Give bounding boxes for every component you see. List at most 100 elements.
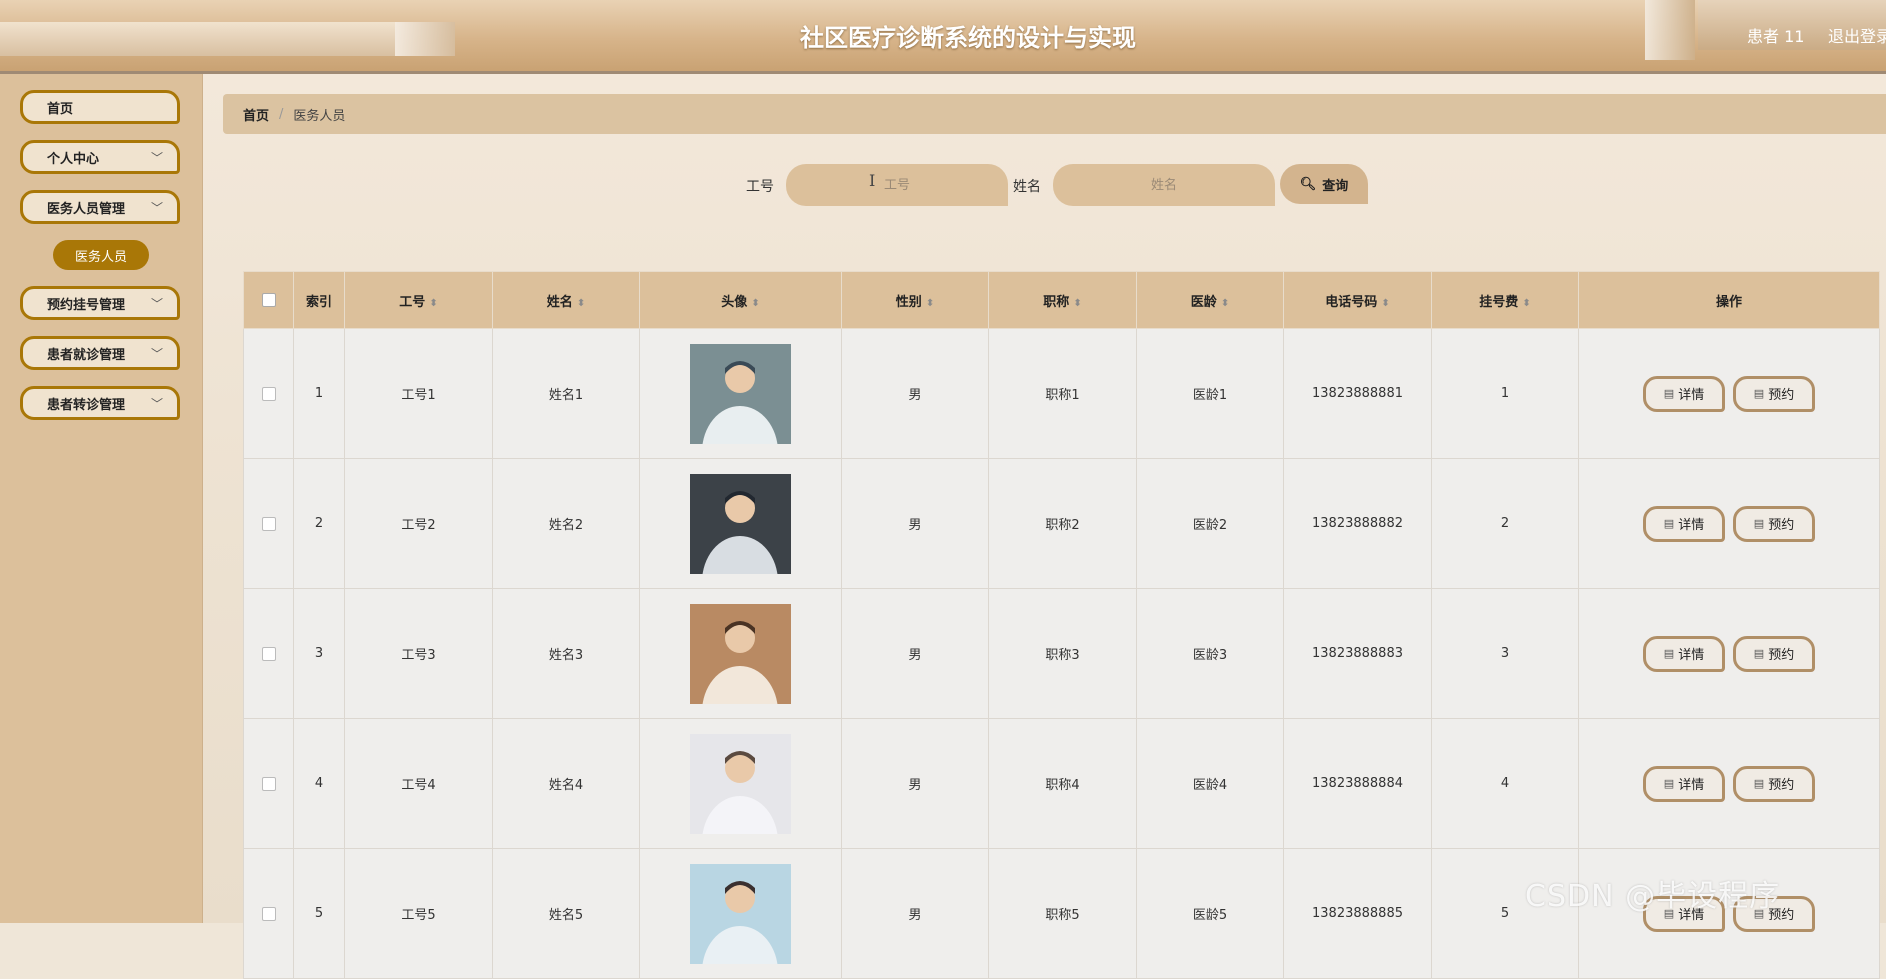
top-header: 社区医疗诊断系统的设计与实现 患者 11 退出登录 bbox=[0, 0, 1886, 74]
name-label: 姓名 bbox=[1013, 179, 1041, 195]
search-icon: 🔍︎ bbox=[1299, 176, 1317, 192]
table-row: 2 工号2 姓名2 男职称2 医龄2 13823888882 2 ▤ 详情 ▤ 预约 bbox=[243, 458, 1880, 589]
app-title: 社区医疗诊断系统的设计与实现 bbox=[800, 24, 1136, 52]
row-select[interactable] bbox=[243, 588, 294, 719]
cell-phone: 13823888885 bbox=[1283, 848, 1432, 979]
cell-actions: ▤ 详情 ▤ 预约 bbox=[1578, 718, 1880, 849]
job-no-input[interactable] bbox=[786, 164, 1008, 206]
cell-avatar bbox=[639, 328, 842, 459]
row-checkbox[interactable] bbox=[261, 906, 276, 921]
sort-icon[interactable]: ⬍ bbox=[1522, 298, 1530, 309]
cell-actions: ▤ 详情 ▤ 预约 bbox=[1578, 328, 1880, 459]
table-row: 3 工号3 姓名3 男职称3 医龄3 13823888883 3 ▤ 详情 ▤ 预约 bbox=[243, 588, 1880, 719]
cell-title: 职称5 bbox=[988, 848, 1137, 979]
name-input[interactable] bbox=[1053, 164, 1275, 206]
chevron-down-icon: ﹀ bbox=[150, 397, 163, 411]
sort-icon[interactable]: ⬍ bbox=[926, 298, 934, 309]
sort-icon[interactable]: ⬍ bbox=[1381, 298, 1389, 309]
book-button[interactable]: ▤ 预约 bbox=[1733, 635, 1815, 672]
sidebar-item-staff-management[interactable]: 医务人员管理 ﹀ bbox=[20, 190, 180, 224]
cell-phone: 13823888882 bbox=[1283, 458, 1432, 589]
cell-gender: 男 bbox=[841, 718, 989, 849]
sidebar-item-appointment-management[interactable]: 预约挂号管理 ﹀ bbox=[20, 286, 180, 320]
sidebar-item-label: 患者转诊管理 bbox=[47, 397, 126, 413]
chevron-down-icon: ﹀ bbox=[150, 347, 163, 361]
sidebar-item-label: 个人中心 bbox=[47, 151, 100, 167]
row-checkbox[interactable] bbox=[261, 776, 276, 791]
cell-fee: 3 bbox=[1431, 588, 1579, 719]
breadcrumb-current: 医务人员 bbox=[293, 108, 346, 124]
header-seniority[interactable]: 医龄 ⬍ bbox=[1136, 271, 1284, 329]
header-gender[interactable]: 性别 ⬍ bbox=[841, 271, 989, 329]
cell-index: 4 bbox=[293, 718, 345, 849]
sidebar-item-label: 患者就诊管理 bbox=[47, 347, 126, 363]
cell-index: 2 bbox=[293, 458, 345, 589]
breadcrumb-separator: / bbox=[279, 106, 284, 122]
table-row: 4 工号4 姓名4 男职称4 医龄4 13823888884 4 ▤ 详情 ▤ 预约 bbox=[243, 718, 1880, 849]
cell-name: 姓名2 bbox=[492, 458, 640, 589]
detail-button[interactable]: ▤ 详情 bbox=[1643, 375, 1725, 412]
row-select[interactable] bbox=[243, 458, 294, 589]
chevron-down-icon: ﹀ bbox=[150, 297, 163, 311]
sidebar-item-home[interactable]: 首页 bbox=[20, 90, 180, 124]
detail-button[interactable]: ▤ 详情 bbox=[1643, 765, 1725, 802]
document-icon: ▤ bbox=[1753, 777, 1765, 790]
query-button-label: 查询 bbox=[1322, 178, 1349, 194]
table-row: 1 工号1 姓名1 男职称1 医龄1 13823888881 1 ▤ 详情 ▤ 预约 bbox=[243, 328, 1880, 459]
cell-seniority: 医龄2 bbox=[1136, 458, 1284, 589]
book-button[interactable]: ▤ 预约 bbox=[1733, 375, 1815, 412]
header-fee[interactable]: 挂号费 ⬍ bbox=[1431, 271, 1579, 329]
header-job-no[interactable]: 工号 ⬍ bbox=[344, 271, 493, 329]
row-checkbox[interactable] bbox=[261, 516, 276, 531]
detail-button[interactable]: ▤ 详情 bbox=[1643, 505, 1725, 542]
logout-link[interactable]: 退出登录 bbox=[1828, 23, 1886, 47]
header-phone[interactable]: 电话号码 ⬍ bbox=[1283, 271, 1432, 329]
cell-avatar bbox=[639, 588, 842, 719]
current-user: 患者 11 bbox=[1747, 27, 1805, 46]
sidebar-item-personal-center[interactable]: 个人中心 ﹀ bbox=[20, 140, 180, 174]
cell-phone: 13823888884 bbox=[1283, 718, 1432, 849]
cell-avatar bbox=[639, 848, 842, 979]
sort-icon[interactable]: ⬍ bbox=[577, 298, 585, 309]
header-index: 索引 bbox=[293, 271, 345, 329]
header-avatar[interactable]: 头像 ⬍ bbox=[639, 271, 842, 329]
book-button[interactable]: ▤ 预约 bbox=[1733, 765, 1815, 802]
breadcrumb-home[interactable]: 首页 bbox=[243, 105, 269, 124]
cell-title: 职称1 bbox=[988, 328, 1137, 459]
breadcrumb: 首页 / 医务人员 bbox=[223, 94, 1886, 134]
document-icon: ▤ bbox=[1753, 647, 1765, 660]
sort-icon[interactable]: ⬍ bbox=[1073, 298, 1081, 309]
select-all-checkbox[interactable] bbox=[261, 293, 276, 307]
cell-name: 姓名4 bbox=[492, 718, 640, 849]
row-checkbox[interactable] bbox=[261, 646, 276, 661]
detail-button[interactable]: ▤ 详情 bbox=[1643, 635, 1725, 672]
sort-icon[interactable]: ⬍ bbox=[1221, 298, 1229, 309]
doctor-avatar-image bbox=[690, 733, 791, 834]
cell-gender: 男 bbox=[841, 588, 989, 719]
sort-icon[interactable]: ⬍ bbox=[429, 298, 437, 309]
sidebar-item-referral-management[interactable]: 患者转诊管理 ﹀ bbox=[20, 386, 180, 420]
header-select-all[interactable] bbox=[243, 271, 294, 329]
sort-icon[interactable]: ⬍ bbox=[751, 298, 759, 309]
cell-avatar bbox=[639, 458, 842, 589]
sidebar-subitem-staff[interactable]: 医务人员 bbox=[53, 240, 149, 270]
cell-phone: 13823888881 bbox=[1283, 328, 1432, 459]
query-button[interactable]: 🔍︎ 查询 bbox=[1280, 164, 1368, 204]
cell-job-no: 工号2 bbox=[344, 458, 493, 589]
document-icon: ▤ bbox=[1663, 387, 1675, 400]
row-select[interactable] bbox=[243, 848, 294, 979]
header-title[interactable]: 职称 ⬍ bbox=[988, 271, 1137, 329]
row-select[interactable] bbox=[243, 328, 294, 459]
table-header-row: 索引 工号 ⬍ 姓名 ⬍ 头像 ⬍ 性别 ⬍ 职称 ⬍ 医龄 ⬍ 电话号码 ⬍ 挂号费 ⬍ 操作 bbox=[243, 271, 1880, 329]
book-button[interactable]: ▤ 预约 bbox=[1733, 505, 1815, 542]
cell-gender: 男 bbox=[841, 458, 989, 589]
doctor-avatar-image bbox=[690, 863, 791, 964]
header-name[interactable]: 姓名 ⬍ bbox=[492, 271, 640, 329]
cell-index: 5 bbox=[293, 848, 345, 979]
row-select[interactable] bbox=[243, 718, 294, 849]
sidebar-item-visit-management[interactable]: 患者就诊管理 ﹀ bbox=[20, 336, 180, 370]
row-checkbox[interactable] bbox=[261, 386, 276, 401]
sidebar-item-label: 医务人员管理 bbox=[47, 201, 126, 217]
document-icon: ▤ bbox=[1753, 517, 1765, 530]
document-icon: ▤ bbox=[1753, 387, 1765, 400]
